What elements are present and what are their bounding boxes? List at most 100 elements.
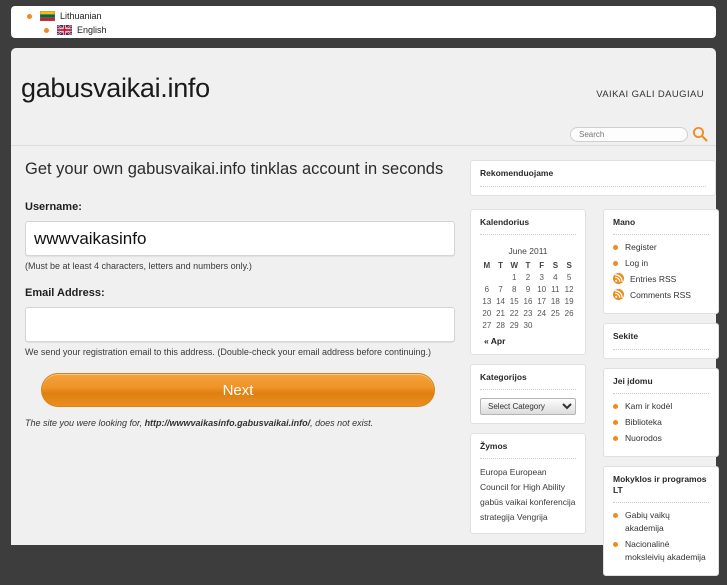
rss-icon bbox=[613, 289, 624, 300]
language-item-lithuanian[interactable]: Lithuanian bbox=[27, 10, 716, 22]
email-input[interactable] bbox=[25, 307, 455, 342]
calendar-day: 5 bbox=[566, 272, 572, 282]
notexist-suffix: , does not exist. bbox=[310, 418, 374, 428]
widget-title: Jei įdomu bbox=[613, 376, 709, 394]
rss-icon bbox=[613, 273, 624, 284]
calendar-weekday: S bbox=[552, 261, 559, 270]
calendar-day: 4 bbox=[553, 272, 558, 282]
list-item[interactable]: Comments RSS bbox=[613, 289, 709, 302]
tag-link[interactable]: gabūs vaikai bbox=[480, 497, 527, 507]
interesting-link[interactable]: Kam ir kodėl bbox=[625, 400, 672, 413]
calendar-day: 17 bbox=[537, 296, 547, 306]
widget-title: Mano bbox=[613, 217, 709, 235]
next-button[interactable]: Next bbox=[41, 373, 435, 407]
bullet-icon bbox=[613, 404, 618, 409]
calendar-day: 24 bbox=[537, 308, 547, 318]
calendar-weekday-row: M T W T F S S bbox=[480, 260, 576, 271]
widget-jei-idomu: Jei įdomu Kam ir kodėl Biblioteka Nuorod… bbox=[603, 368, 719, 457]
calendar-week: 20 21 22 23 24 25 26 bbox=[480, 307, 576, 319]
widget-title: Žymos bbox=[480, 441, 576, 459]
bullet-icon bbox=[613, 420, 618, 425]
email-hint: We send your registration email to this … bbox=[25, 347, 432, 357]
tag-link[interactable]: konferencija bbox=[530, 497, 576, 507]
site-header: gabusvaikai.info VAIKAI GALI DAUGIAU bbox=[11, 48, 716, 146]
list-item[interactable]: Entries RSS bbox=[613, 273, 709, 286]
calendar-prev-link[interactable]: « Apr bbox=[480, 336, 576, 346]
bullet-icon bbox=[613, 245, 618, 250]
search-form bbox=[570, 126, 708, 142]
signup-form: Get your own gabusvaikai.info tinklas ac… bbox=[25, 160, 465, 428]
interesting-link[interactable]: Nuorodos bbox=[625, 432, 662, 445]
email-label: Email Address: bbox=[25, 287, 105, 299]
meta-link[interactable]: Comments RSS bbox=[630, 289, 691, 302]
calendar-day bbox=[480, 271, 494, 283]
calendar-weekday: W bbox=[510, 261, 519, 270]
language-label: Lithuanian bbox=[60, 11, 102, 21]
bullet-icon bbox=[44, 27, 49, 33]
widget-rekomenduojame: Rekomenduojame bbox=[470, 160, 716, 196]
calendar-day: 14 bbox=[496, 296, 505, 306]
category-select[interactable]: Select Category bbox=[480, 398, 576, 415]
calendar-day: 12 bbox=[564, 284, 574, 294]
calendar-day: 1 bbox=[512, 272, 517, 282]
meta-link[interactable]: Log in bbox=[625, 257, 648, 270]
sidebar-top: Rekomenduojame bbox=[470, 160, 716, 196]
calendar-day bbox=[549, 319, 563, 331]
lithuanian-flag-icon bbox=[40, 11, 55, 21]
widget-title: Kalendorius bbox=[480, 217, 576, 235]
meta-link[interactable]: Register bbox=[625, 241, 657, 254]
list-item[interactable]: Nuorodos bbox=[613, 432, 709, 445]
sidebar-column-left: Kalendorius June 2011 M T W T F S S 1 2 … bbox=[470, 209, 586, 543]
widget-kategorijos: Kategorijos Select Category bbox=[470, 364, 586, 424]
calendar-day: 11 bbox=[551, 284, 560, 294]
tag-link[interactable]: Europa bbox=[480, 467, 507, 477]
widget-title: Kategorijos bbox=[480, 372, 576, 390]
calendar-day: 18 bbox=[550, 296, 560, 306]
search-input[interactable] bbox=[570, 126, 688, 142]
calendar-day: 13 bbox=[482, 296, 492, 306]
list-item[interactable]: Log in bbox=[613, 257, 709, 270]
bullet-icon bbox=[613, 436, 618, 441]
username-label: Username: bbox=[25, 201, 82, 213]
calendar-week: 6 7 8 9 10 11 12 bbox=[480, 283, 576, 295]
list-item[interactable]: Register bbox=[613, 241, 709, 254]
search-icon[interactable] bbox=[692, 126, 708, 142]
calendar-table: June 2011 M T W T F S S 1 2 3 4 5 6 7 8 … bbox=[480, 241, 576, 331]
school-link[interactable]: Nacionalinė moksleivių akademija bbox=[625, 538, 709, 564]
calendar-day: 21 bbox=[496, 308, 505, 318]
calendar-day bbox=[562, 319, 576, 331]
tag-link[interactable]: strategija bbox=[480, 512, 515, 522]
tag-link[interactable]: Vengrija bbox=[517, 512, 548, 522]
meta-link[interactable]: Entries RSS bbox=[630, 273, 676, 286]
widget-kalendorius: Kalendorius June 2011 M T W T F S S 1 2 … bbox=[470, 209, 586, 355]
bullet-icon bbox=[613, 261, 618, 266]
site-tagline: VAIKAI GALI DAUGIAU bbox=[596, 89, 704, 100]
calendar-day: 23 bbox=[523, 308, 533, 318]
calendar-day: 2 bbox=[525, 272, 531, 282]
list-item[interactable]: Gabių vaikų akademija bbox=[613, 509, 709, 535]
calendar-day: 19 bbox=[564, 296, 574, 306]
language-item-english[interactable]: English bbox=[27, 24, 716, 36]
list-item[interactable]: Biblioteka bbox=[613, 416, 709, 429]
calendar-day: 27 bbox=[482, 320, 492, 330]
calendar-weekday: M bbox=[483, 261, 491, 270]
page-root: Lithuanian English gabusvaikai.info VAIK… bbox=[0, 0, 727, 576]
username-hint: (Must be at least 4 characters, letters … bbox=[25, 261, 252, 271]
signup-heading: Get your own gabusvaikai.info tinklas ac… bbox=[25, 160, 444, 178]
calendar-day: 25 bbox=[550, 308, 560, 318]
school-link[interactable]: Gabių vaikų akademija bbox=[625, 509, 709, 535]
calendar-day bbox=[535, 319, 549, 331]
list-item[interactable]: Kam ir kodėl bbox=[613, 400, 709, 413]
calendar-day: 22 bbox=[509, 308, 519, 318]
list-item[interactable]: Nacionalinė moksleivių akademija bbox=[613, 538, 709, 564]
site-container: gabusvaikai.info VAIKAI GALI DAUGIAU Get… bbox=[11, 48, 719, 576]
username-input[interactable] bbox=[25, 221, 455, 256]
calendar-week: 13 14 15 16 17 18 19 bbox=[480, 295, 576, 307]
calendar-day: 26 bbox=[564, 308, 574, 318]
bullet-icon bbox=[27, 13, 32, 19]
calendar-day: 28 bbox=[496, 320, 505, 330]
interesting-link[interactable]: Biblioteka bbox=[625, 416, 662, 429]
calendar-body: 1 2 3 4 5 6 7 8 9 10 11 12 13 14 15 16 1… bbox=[480, 271, 576, 331]
calendar-caption: June 2011 bbox=[508, 246, 548, 256]
schools-list: Gabių vaikų akademija Nacionalinė moksle… bbox=[613, 509, 709, 564]
